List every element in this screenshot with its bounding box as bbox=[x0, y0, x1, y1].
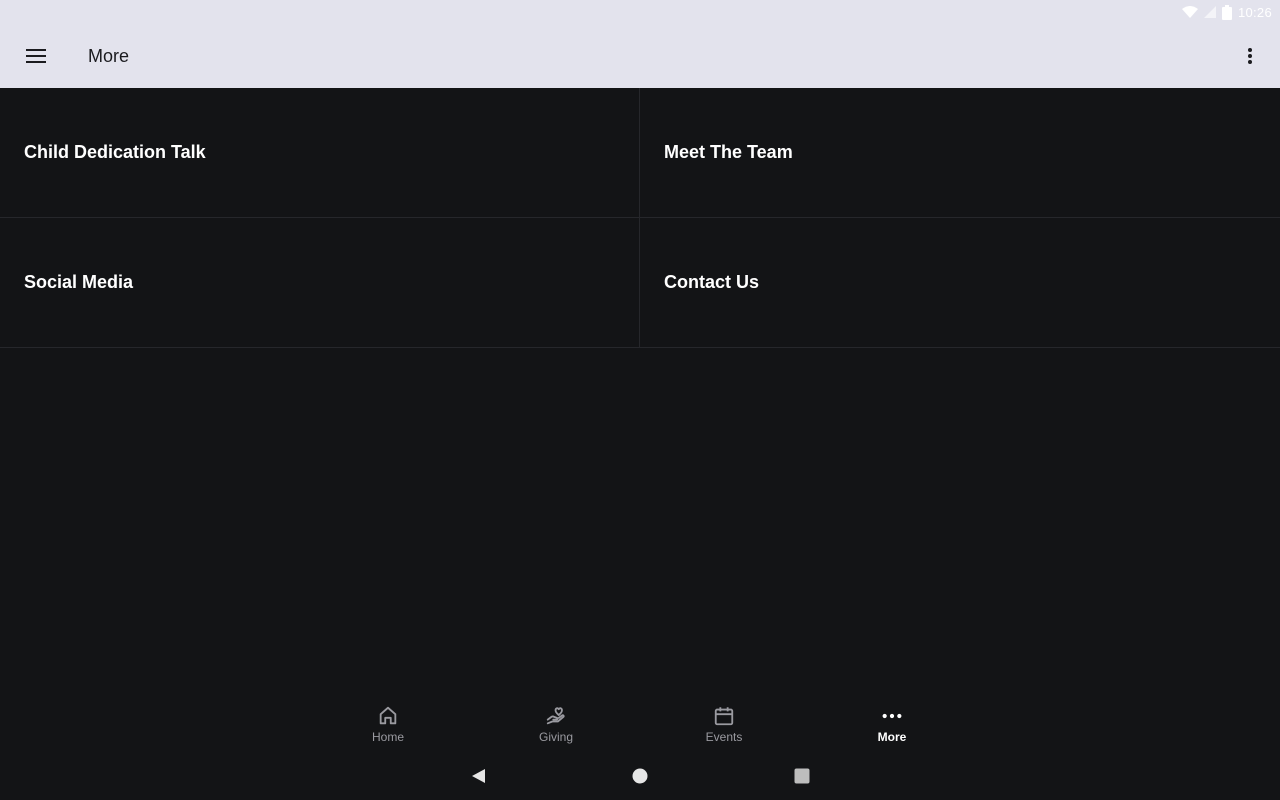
tile-label: Meet The Team bbox=[664, 142, 793, 162]
nav-label: Home bbox=[371, 729, 404, 744]
tile-contact-us[interactable]: Contact Us bbox=[640, 218, 1280, 348]
more-horizontal-icon bbox=[882, 713, 902, 718]
battery-icon bbox=[1221, 4, 1232, 20]
system-navigation-bar bbox=[0, 752, 1280, 800]
wifi-icon bbox=[1181, 6, 1198, 18]
status-time: 10:26 bbox=[1237, 4, 1272, 20]
page-title: More bbox=[88, 45, 130, 66]
tile-label: Contact Us bbox=[664, 272, 760, 292]
home-icon bbox=[379, 706, 397, 724]
back-triangle-icon bbox=[472, 769, 485, 783]
nav-item-more[interactable]: More bbox=[808, 696, 976, 752]
nav-item-events[interactable]: Events bbox=[640, 696, 808, 752]
recents-square-icon bbox=[794, 768, 810, 784]
system-recents-button[interactable] bbox=[721, 752, 883, 800]
more-grid: Child Dedication Talk Meet The Team Soci… bbox=[0, 88, 1280, 348]
bottom-navigation: Home Giving Events More bbox=[0, 696, 1280, 752]
nav-item-giving[interactable]: Giving bbox=[472, 696, 640, 752]
status-bar: 10:26 bbox=[0, 0, 1280, 24]
app-bar: More bbox=[0, 24, 1280, 88]
calendar-icon bbox=[714, 706, 734, 725]
system-back-button[interactable] bbox=[397, 752, 559, 800]
more-vertical-icon bbox=[1248, 48, 1252, 64]
nav-label: Events bbox=[705, 729, 743, 744]
tile-label: Social Media bbox=[24, 272, 134, 292]
home-circle-icon bbox=[632, 768, 648, 784]
tile-child-dedication-talk[interactable]: Child Dedication Talk bbox=[0, 88, 640, 218]
menu-button[interactable] bbox=[0, 24, 72, 88]
hand-heart-icon bbox=[546, 706, 565, 724]
tile-social-media[interactable]: Social Media bbox=[0, 218, 640, 348]
signal-icon bbox=[1203, 6, 1216, 18]
tile-label: Child Dedication Talk bbox=[24, 142, 206, 162]
system-home-button[interactable] bbox=[559, 752, 721, 800]
nav-label: Giving bbox=[538, 729, 573, 744]
nav-item-home[interactable]: Home bbox=[304, 696, 472, 752]
tile-meet-the-team[interactable]: Meet The Team bbox=[640, 88, 1280, 218]
nav-label: More bbox=[877, 729, 907, 744]
hamburger-menu-icon bbox=[26, 49, 46, 63]
overflow-menu-button[interactable] bbox=[1226, 32, 1274, 80]
